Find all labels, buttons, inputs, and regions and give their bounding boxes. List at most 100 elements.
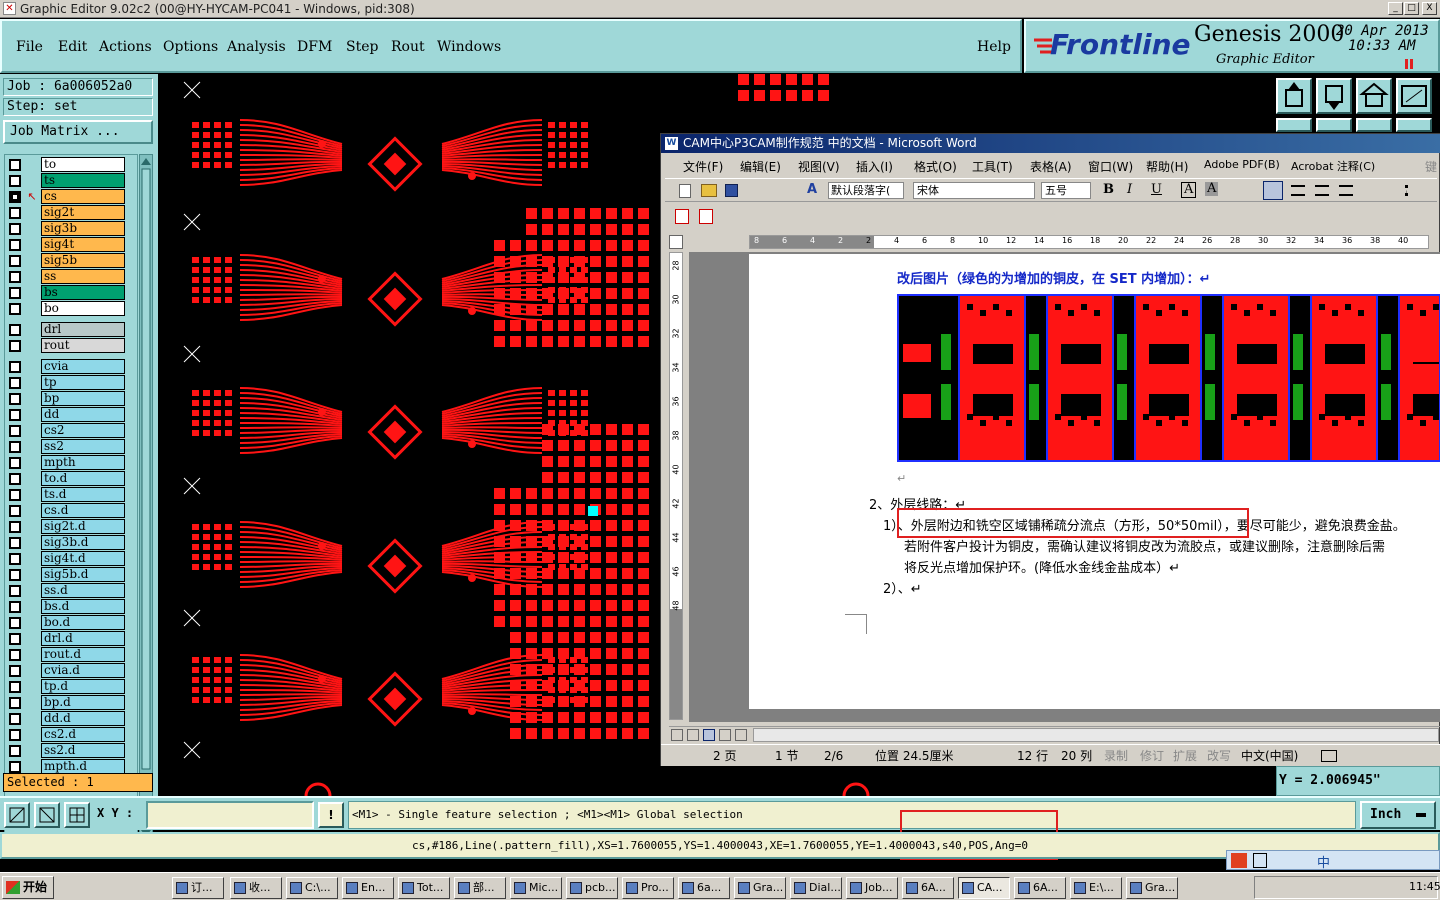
layer-checkbox[interactable] (9, 409, 21, 421)
layer-row[interactable]: cs2 (5, 423, 137, 439)
layer-row[interactable]: cvia.d (5, 663, 137, 679)
menu-dfm[interactable]: DFM (297, 39, 332, 55)
tool-home-icon[interactable] (1356, 78, 1392, 114)
layer-row[interactable]: sig3b.d (5, 535, 137, 551)
layer-checkbox[interactable] (9, 239, 21, 251)
layer-checkbox[interactable] (9, 377, 21, 389)
tool-row2-c-icon[interactable] (1356, 118, 1392, 132)
layer-name[interactable]: mpth.d (41, 759, 125, 774)
pdf-create-icon[interactable] (675, 209, 689, 224)
layer-checkbox[interactable] (9, 761, 21, 773)
menu-edit[interactable]: Edit (58, 39, 87, 55)
taskbar-item[interactable]: Job... (846, 877, 898, 899)
layer-row[interactable]: bs (5, 285, 137, 301)
word-menu-file[interactable]: 文件(F) (683, 158, 723, 175)
layer-row[interactable]: dd (5, 407, 137, 423)
layer-row[interactable]: ts.d (5, 487, 137, 503)
layer-row[interactable]: ts (5, 173, 137, 189)
layer-row[interactable]: to.d (5, 471, 137, 487)
vertical-ruler[interactable]: 28 30 32 34 36 38 40 42 44 46 48 (669, 252, 683, 720)
layer-checkbox[interactable] (9, 729, 21, 741)
layer-row[interactable]: sig5b.d (5, 567, 137, 583)
font-dropdown[interactable]: 宋体 (913, 182, 1035, 199)
layer-checkbox[interactable] (9, 425, 21, 437)
layer-name[interactable]: mpth (41, 455, 125, 470)
layer-checkbox[interactable] (9, 340, 21, 352)
align-right-icon[interactable] (1315, 185, 1329, 196)
underline-button[interactable]: U (1151, 182, 1162, 197)
taskbar-item[interactable]: C:\... (286, 877, 338, 899)
style-dropdown[interactable]: 默认段落字( (828, 182, 904, 199)
job-matrix-button[interactable]: Job Matrix ... (3, 120, 153, 144)
taskbar-item[interactable]: pcb... (566, 877, 618, 899)
layer-row[interactable]: bp (5, 391, 137, 407)
layer-row[interactable]: drl (5, 322, 137, 338)
layer-checkbox[interactable] (9, 665, 21, 677)
zoom-area-icon[interactable] (4, 802, 30, 828)
taskbar-item[interactable]: Gra... (1126, 877, 1178, 899)
word-menu-insert[interactable]: 插入(I) (856, 158, 893, 175)
layer-name[interactable]: cvia.d (41, 663, 125, 678)
layer-checkbox[interactable] (9, 745, 21, 757)
layer-checkbox[interactable] (9, 324, 21, 336)
word-menu-view[interactable]: 视图(V) (798, 158, 840, 175)
word-menu-window[interactable]: 窗口(W) (1088, 158, 1133, 175)
layer-checkbox[interactable] (9, 601, 21, 613)
layer-checkbox[interactable] (9, 649, 21, 661)
layer-scrollbar[interactable] (139, 154, 153, 842)
layer-checkbox[interactable] (9, 537, 21, 549)
layer-checkbox[interactable] (9, 441, 21, 453)
layer-name[interactable]: bo.d (41, 615, 125, 630)
layer-row[interactable]: to (5, 157, 137, 173)
layer-checkbox[interactable] (9, 713, 21, 725)
layer-row[interactable]: ss2 (5, 439, 137, 455)
layer-name[interactable]: dd (41, 407, 125, 422)
layer-name[interactable]: ts.d (41, 487, 125, 502)
taskbar-item[interactable]: Gra... (734, 877, 786, 899)
taskbar-item[interactable]: 6a... (678, 877, 730, 899)
layer-row[interactable]: rout.d (5, 647, 137, 663)
layer-name[interactable]: sig3b.d (41, 535, 125, 550)
layer-checkbox[interactable] (9, 303, 21, 315)
layer-name[interactable]: cs.d (41, 503, 125, 518)
word-menu-adobe-pdf[interactable]: Adobe PDF(B) (1204, 158, 1280, 171)
justify-icon[interactable] (1339, 185, 1353, 196)
layer-row[interactable]: tp (5, 375, 137, 391)
outline-view-icon[interactable] (719, 729, 731, 741)
sogou-icon[interactable] (1231, 853, 1247, 868)
menu-step[interactable]: Step (346, 39, 378, 55)
layer-row[interactable]: ss2.d (5, 743, 137, 759)
layer-checkbox[interactable] (9, 521, 21, 533)
grid-icon[interactable] (64, 802, 90, 828)
layer-checkbox[interactable] (9, 553, 21, 565)
ime-chinese-icon[interactable]: 中 (1317, 852, 1330, 871)
layer-row[interactable]: tp.d (5, 679, 137, 695)
layer-name[interactable]: ss.d (41, 583, 125, 598)
status-record[interactable]: 录制 (1104, 745, 1128, 767)
layer-name[interactable]: dd.d (41, 711, 125, 726)
taskbar-item[interactable]: Pro... (622, 877, 674, 899)
taskbar-item[interactable]: 订... (172, 877, 224, 899)
xy-input[interactable] (146, 801, 314, 829)
layer-name[interactable]: drl.d (41, 631, 125, 646)
layer-checkbox[interactable] (9, 271, 21, 283)
layer-row[interactable]: sig5b (5, 253, 137, 269)
layer-checkbox[interactable] (9, 473, 21, 485)
layer-checkbox[interactable] (9, 489, 21, 501)
tool-up-icon[interactable] (1276, 78, 1312, 114)
word-menu-more[interactable]: 键 (1425, 158, 1437, 175)
menu-file[interactable]: File (16, 39, 43, 55)
bold-button[interactable]: B (1103, 182, 1114, 197)
units-dropdown[interactable]: Inch (1360, 801, 1436, 829)
layer-name[interactable]: bs.d (41, 599, 125, 614)
tab-selector[interactable] (669, 235, 683, 249)
layer-name[interactable]: cs2.d (41, 727, 125, 742)
italic-button[interactable]: I (1127, 182, 1132, 197)
help-icon[interactable] (1253, 853, 1267, 868)
layer-row[interactable]: ss (5, 269, 137, 285)
tool-row2-a-icon[interactable] (1276, 118, 1312, 132)
layer-row[interactable]: sig3b (5, 221, 137, 237)
layer-name[interactable]: sig2t.d (41, 519, 125, 534)
start-button[interactable]: 开始 (2, 876, 54, 899)
word-menu-acrobat[interactable]: Acrobat 注释(C) (1291, 158, 1375, 174)
